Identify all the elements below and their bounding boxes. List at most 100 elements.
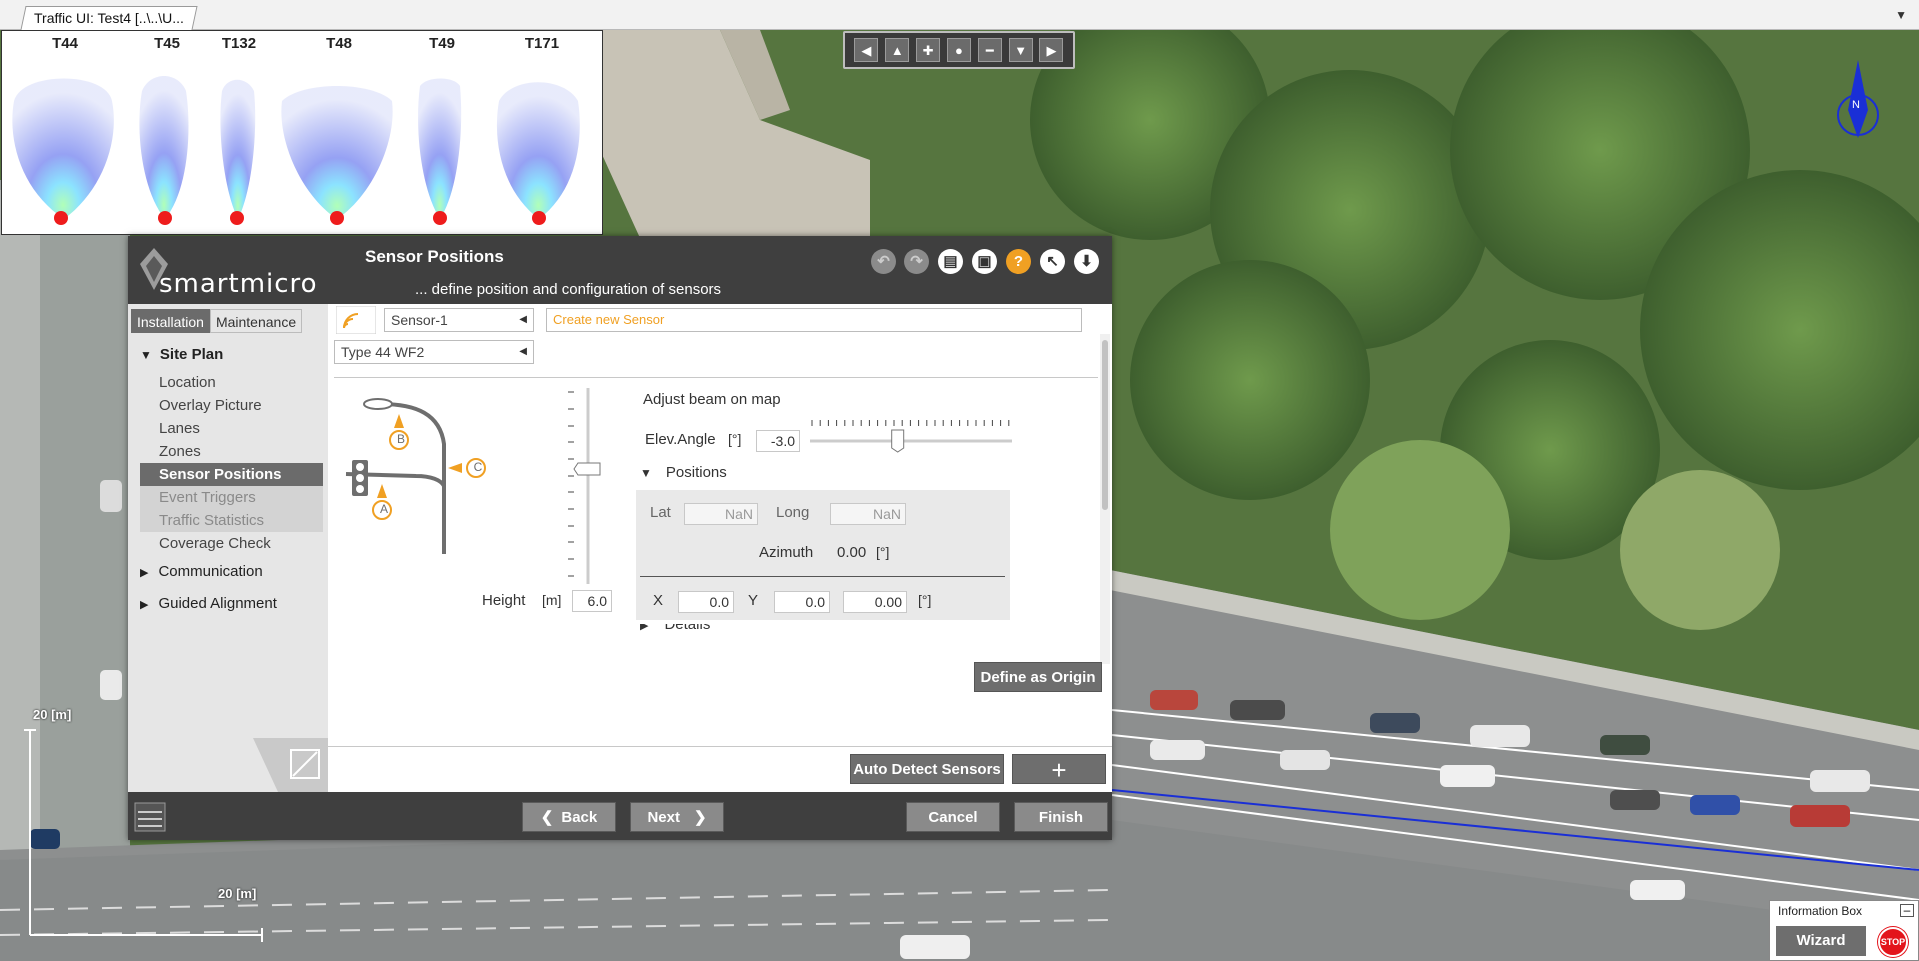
cancel-button[interactable]: Cancel xyxy=(906,802,1000,832)
nav-item-event-triggers[interactable]: Event Triggers xyxy=(140,486,323,509)
nav-tabs: Installation Maintenance xyxy=(131,309,303,333)
beam-label-t44: T44 xyxy=(52,35,78,52)
beam-label-t45: T45 xyxy=(154,35,180,52)
nav-item-overlay-picture[interactable]: Overlay Picture xyxy=(140,394,323,417)
nav-item-traffic-statistics[interactable]: Traffic Statistics xyxy=(140,509,323,532)
pointer-help-icon[interactable]: ↖ xyxy=(1040,249,1065,274)
elev-angle-label: Elev.Angle xyxy=(645,431,716,448)
pan-right-icon[interactable]: ▶ xyxy=(1039,38,1064,62)
height-slider[interactable] xyxy=(568,384,608,594)
dialog-subtitle: ... define position and configuration of… xyxy=(415,281,722,298)
tab-installation[interactable]: Installation xyxy=(131,309,210,333)
sensor-type-select[interactable]: Type 44 WF2 ◀ xyxy=(334,340,534,364)
nav-item-coverage-check[interactable]: Coverage Check xyxy=(140,532,323,555)
rotation-unit: [°] xyxy=(918,592,932,608)
mount-label-b: B xyxy=(396,432,405,446)
back-button[interactable]: ❮ Back xyxy=(522,802,616,832)
help-icon[interactable]: ? xyxy=(1006,249,1031,274)
compass-letter: N xyxy=(1852,99,1860,111)
tab-maintenance[interactable]: Maintenance xyxy=(209,309,303,333)
positions-section[interactable]: ▼ Positions xyxy=(640,464,727,481)
guided-alignment-section[interactable]: ▶ Guided Alignment xyxy=(140,595,277,612)
long-label: Long xyxy=(776,504,810,521)
lat-input[interactable]: NaN xyxy=(684,503,758,525)
x-input[interactable]: 0.0 xyxy=(678,591,734,613)
beam-label-t49: T49 xyxy=(429,35,455,52)
minimize-icon[interactable]: – xyxy=(1900,904,1914,917)
communication-section[interactable]: ▶ Communication xyxy=(140,563,263,580)
save-icon[interactable]: ▤ xyxy=(938,249,963,274)
wizard-button[interactable]: Wizard xyxy=(1776,926,1866,956)
pan-up-icon[interactable]: ▲ xyxy=(885,38,910,62)
nav-item-sensor-positions[interactable]: Sensor Positions xyxy=(140,463,323,486)
site-plan-section[interactable]: ▼ Site Plan xyxy=(140,346,223,363)
zoom-out-icon[interactable]: ━ xyxy=(977,38,1002,62)
next-button[interactable]: Next ❯ xyxy=(630,802,724,832)
dialog-header: smartmicro Sensor Positions ... define p… xyxy=(128,236,1112,304)
stop-button[interactable]: STOP xyxy=(1878,927,1908,957)
beam-label-t171: T171 xyxy=(524,35,560,52)
x-label: X xyxy=(653,592,664,609)
chevron-left-icon: ❮ xyxy=(540,809,554,826)
nav-item-zones[interactable]: Zones xyxy=(140,440,323,463)
y-input[interactable]: 0.0 xyxy=(774,591,830,613)
details-section[interactable]: ▶ Details xyxy=(640,624,760,634)
height-label: Height xyxy=(482,592,526,609)
divider xyxy=(328,746,1112,747)
height-unit: [m] xyxy=(542,592,562,608)
expand-icon: ▶ xyxy=(140,567,149,579)
sensor-signal-icon xyxy=(336,306,376,334)
document-tab[interactable]: Traffic UI: Test4 [..\..\U... xyxy=(20,6,198,30)
define-origin-button[interactable]: Define as Origin xyxy=(974,662,1102,692)
rotation-input[interactable]: 0.00 xyxy=(843,591,907,613)
download-icon[interactable]: ⬇ xyxy=(1074,249,1099,274)
pan-down-icon[interactable]: ▼ xyxy=(1008,38,1033,62)
menu-icon[interactable] xyxy=(134,802,166,832)
dialog-title: Sensor Positions xyxy=(365,247,504,266)
add-sensor-button[interactable]: + xyxy=(1012,754,1106,785)
beam-label-t48: T48 xyxy=(326,35,352,52)
center-icon[interactable]: ● xyxy=(946,38,971,62)
azimuth-value: 0.00 xyxy=(837,544,867,561)
height-input[interactable]: 6.0 xyxy=(572,590,612,612)
sensor-positions-content: Sensor-1 ◀ Create new Sensor Type 44 WF2 ◀… xyxy=(328,304,1112,792)
beam-patterns-graphic xyxy=(12,76,580,225)
smartmicro-logo: smartmicro xyxy=(159,269,318,299)
long-input[interactable]: NaN xyxy=(830,503,906,525)
save-as-icon[interactable]: ▣ xyxy=(972,249,997,274)
chevron-right-icon: ❯ xyxy=(693,809,707,826)
wizard-corner-icon xyxy=(253,738,328,792)
divider xyxy=(640,576,1005,577)
mount-label-a: A xyxy=(379,502,388,516)
expand-icon: ▶ xyxy=(140,599,149,611)
undo-icon[interactable]: ↶ xyxy=(871,249,896,274)
scrollbar-thumb[interactable] xyxy=(1102,340,1108,510)
sensor-select[interactable]: Sensor-1 ◀ xyxy=(384,308,534,332)
window-tab-bar xyxy=(0,0,1919,30)
tab-list-chevron-icon[interactable]: ▼ xyxy=(1895,8,1907,22)
collapse-icon: ▼ xyxy=(140,348,152,362)
elev-angle-input[interactable]: -3.0 xyxy=(756,430,800,452)
content-scrollbar[interactable] xyxy=(1100,334,1110,664)
adjust-beam-label: Adjust beam on map xyxy=(643,391,781,408)
information-box-title: Information Box xyxy=(1778,904,1863,918)
information-box: Information Box – Wizard STOP xyxy=(1769,900,1919,961)
zoom-in-icon[interactable]: ✚ xyxy=(916,38,941,62)
nav-item-lanes[interactable]: Lanes xyxy=(140,417,323,440)
redo-icon[interactable]: ↷ xyxy=(904,249,929,274)
beam-label-t132: T132 xyxy=(221,35,257,52)
mount-label-c: C xyxy=(473,460,483,474)
elev-angle-slider[interactable] xyxy=(806,418,1016,454)
collapse-icon: ▼ xyxy=(640,466,652,480)
auto-detect-sensors-button[interactable]: Auto Detect Sensors xyxy=(850,754,1004,784)
elev-angle-unit: [°] xyxy=(728,431,742,447)
dialog-footer: ❮ Back Next ❯ Cancel Finish xyxy=(128,792,1112,840)
finish-button[interactable]: Finish xyxy=(1014,802,1108,832)
create-sensor-input[interactable]: Create new Sensor xyxy=(546,308,1082,332)
pan-left-icon[interactable]: ◀ xyxy=(854,38,879,62)
sensor-positions-dialog: smartmicro Sensor Positions ... define p… xyxy=(128,236,1112,840)
nav-item-location[interactable]: Location xyxy=(140,371,323,394)
azimuth-label: Azimuth xyxy=(759,544,814,561)
dropdown-arrow-icon: ◀ xyxy=(519,314,527,325)
map-navigation-bar: ◀ ▲ ✚ ● ━ ▼ ▶ xyxy=(843,31,1075,69)
